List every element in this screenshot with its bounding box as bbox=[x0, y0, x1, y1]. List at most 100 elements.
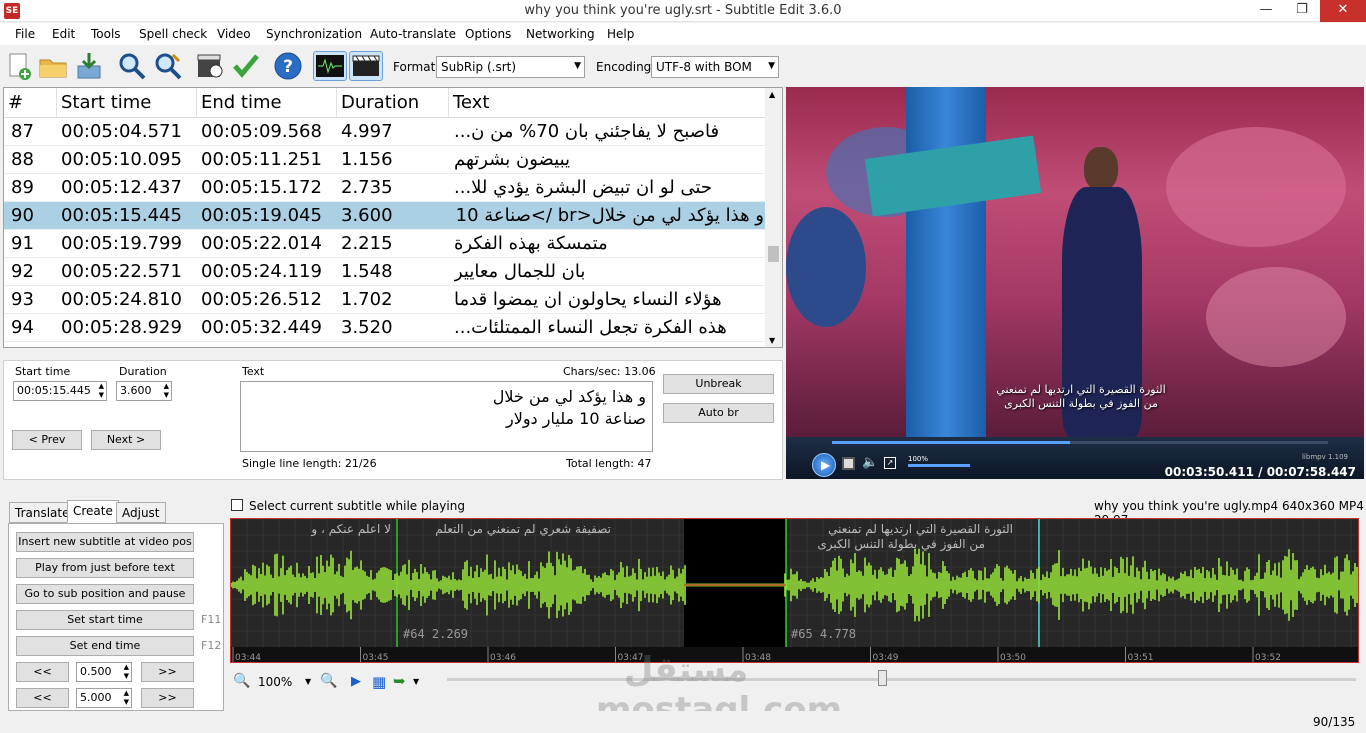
grid-view-icon[interactable]: ▦ bbox=[372, 673, 386, 691]
spell-check-icon[interactable] bbox=[231, 51, 261, 81]
table-row[interactable]: 87 00:05:04.571 00:05:09.568 4.997 فاصبح لا … bbox=[4, 118, 766, 146]
subtitle-grid[interactable]: # Start time End time Duration Text 87 00… bbox=[3, 87, 783, 348]
table-row[interactable]: 88 00:05:10.095 00:05:11.251 1.156 يبيضون بش… bbox=[4, 146, 766, 174]
close-button[interactable]: ✕ bbox=[1320, 0, 1366, 22]
table-row[interactable]: 92 00:05:22.571 00:05:24.119 1.548 بان للجما… bbox=[4, 258, 766, 286]
zoom-value[interactable]: 100% bbox=[258, 675, 292, 689]
menu-options[interactable]: Options bbox=[465, 27, 511, 41]
menu-video[interactable]: Video bbox=[217, 27, 251, 41]
play-before-text-button[interactable]: Play from just before text bbox=[16, 558, 194, 578]
table-row[interactable]: 89 00:05:12.437 00:05:15.172 2.735 حتى لو ان… bbox=[4, 174, 766, 202]
play-button[interactable]: ▶ bbox=[812, 453, 836, 477]
volume-slider[interactable] bbox=[908, 464, 970, 467]
cell-number: 92 bbox=[11, 261, 34, 282]
scrollbar-thumb[interactable] bbox=[768, 246, 779, 262]
help-icon[interactable]: ? bbox=[273, 51, 303, 81]
table-row[interactable]: 93 00:05:24.810 00:05:26.512 1.702 هؤلاء الن… bbox=[4, 286, 766, 314]
step-large-input[interactable]: 5.000 ▲ ▼ bbox=[76, 688, 132, 708]
replace-icon[interactable] bbox=[153, 51, 183, 81]
open-folder-icon[interactable] bbox=[38, 51, 68, 81]
insert-subtitle-button[interactable]: Insert new subtitle at video pos bbox=[16, 532, 194, 552]
volume-icon[interactable]: 🔈 bbox=[862, 455, 878, 470]
forward-large-button[interactable]: >> bbox=[141, 688, 194, 708]
video-time: 00:03:50.411 / 00:07:58.447 bbox=[1164, 465, 1356, 479]
menu-networking[interactable]: Networking bbox=[526, 27, 595, 41]
waveform-canvas[interactable]: لا اعلم عنكم ، و تصفيفة شعري لم تمنعني من… bbox=[231, 519, 1358, 662]
next-button[interactable]: Next > bbox=[91, 430, 161, 450]
menu-edit[interactable]: Edit bbox=[52, 27, 75, 41]
waveform[interactable]: لا اعلم عنكم ، و تصفيفة شعري لم تمنعني من… bbox=[230, 518, 1359, 663]
duration-input[interactable]: 3.600 ▲ ▼ bbox=[116, 381, 172, 401]
forward-small-button[interactable]: >> bbox=[141, 662, 194, 682]
text-label: Text bbox=[242, 365, 265, 378]
set-end-time-button[interactable]: Set end time bbox=[16, 636, 194, 656]
save-download-icon[interactable] bbox=[74, 51, 104, 81]
encoding-select[interactable]: UTF-8 with BOM ▼ bbox=[651, 56, 779, 78]
spinner-icon[interactable]: ▲ ▼ bbox=[124, 689, 129, 707]
waveform-toggle-icon[interactable] bbox=[313, 51, 347, 81]
find-icon[interactable] bbox=[117, 51, 147, 81]
video-toggle-icon[interactable] bbox=[349, 51, 383, 81]
video-seekbar[interactable] bbox=[832, 441, 1328, 444]
select-current-checkbox[interactable] bbox=[231, 499, 243, 511]
video-frame: الثورة القصيرة التي ارتديها لم تمنعني من… bbox=[786, 87, 1364, 437]
stop-button[interactable] bbox=[842, 457, 855, 470]
chevron-down-icon[interactable]: ▼ bbox=[305, 677, 311, 686]
format-select[interactable]: SubRip (.srt) ▼ bbox=[436, 56, 585, 78]
col-header-start[interactable]: Start time bbox=[57, 88, 197, 118]
encoding-label: Encoding bbox=[596, 60, 652, 74]
col-header-number[interactable]: # bbox=[4, 88, 57, 118]
table-row[interactable]: 90 00:05:15.445 00:05:19.045 3.600 و هذا يؤك… bbox=[4, 202, 766, 230]
video-player[interactable]: الثورة القصيرة التي ارتديها لم تمنعني من… bbox=[786, 87, 1364, 479]
subtitle-text-editor[interactable]: و هذا يؤكد لي من خلال صناعة 10 مليار دول… bbox=[240, 381, 653, 452]
menu-file[interactable]: File bbox=[15, 27, 35, 41]
set-start-time-button[interactable]: Set start time bbox=[16, 610, 194, 630]
back-large-button[interactable]: << bbox=[16, 688, 69, 708]
segment-65-text-line2: من الفوز في بطولة التنس الكبرى bbox=[817, 537, 985, 552]
spinner-icon[interactable]: ▲ ▼ bbox=[164, 382, 169, 400]
start-time-input[interactable]: 00:05:15.445 ▲ ▼ bbox=[13, 381, 107, 401]
go-to-sub-button[interactable]: Go to sub position and pause bbox=[16, 584, 194, 604]
minimize-button[interactable]: — bbox=[1248, 0, 1284, 22]
col-header-duration[interactable]: Duration bbox=[337, 88, 449, 118]
menu-tools[interactable]: Tools bbox=[91, 27, 121, 41]
tab-translate[interactable]: Translate bbox=[9, 502, 76, 523]
step-small-input[interactable]: 0.500 ▲ ▼ bbox=[76, 662, 132, 682]
tab-adjust[interactable]: Adjust bbox=[116, 502, 166, 523]
back-small-button[interactable]: << bbox=[16, 662, 69, 682]
segment-65-label: #65 4.778 bbox=[791, 627, 856, 641]
menu-help[interactable]: Help bbox=[607, 27, 634, 41]
zoom-in-icon[interactable]: 🔍 bbox=[320, 673, 337, 689]
duration-label: Duration bbox=[119, 365, 167, 378]
scroll-down-icon[interactable]: ▼ bbox=[769, 336, 775, 345]
forward-arrows-icon[interactable]: ➥ bbox=[393, 672, 406, 690]
menu-spell-check[interactable]: Spell check bbox=[139, 27, 207, 41]
auto-br-button[interactable]: Auto br bbox=[663, 403, 774, 423]
new-file-icon[interactable] bbox=[4, 51, 34, 81]
col-header-text[interactable]: Text bbox=[449, 88, 766, 118]
spinner-icon[interactable]: ▲ ▼ bbox=[99, 382, 104, 400]
play-waveform-icon[interactable]: ▶ bbox=[351, 674, 361, 689]
table-row[interactable]: 91 00:05:19.799 00:05:22.014 2.215 متمسكة به… bbox=[4, 230, 766, 258]
unbreak-button[interactable]: Unbreak bbox=[663, 374, 774, 394]
waveform-zoom-slider[interactable] bbox=[447, 678, 1356, 681]
maximize-button[interactable]: ❐ bbox=[1284, 0, 1320, 22]
col-header-end[interactable]: End time bbox=[197, 88, 337, 118]
tab-create[interactable]: Create bbox=[67, 500, 119, 523]
cell-start-time: 00:05:19.799 bbox=[61, 233, 182, 254]
grid-scrollbar[interactable]: ▲ ▼ bbox=[765, 88, 782, 347]
tick-label: 03:44 bbox=[235, 653, 261, 662]
chevron-down-icon[interactable]: ▼ bbox=[413, 677, 419, 686]
spinner-icon[interactable]: ▲ ▼ bbox=[124, 663, 129, 681]
scroll-up-icon[interactable]: ▲ bbox=[769, 90, 775, 99]
slider-thumb[interactable] bbox=[878, 670, 887, 686]
visual-sync-icon[interactable] bbox=[195, 51, 225, 81]
zoom-out-icon[interactable]: 🔍 bbox=[233, 673, 250, 689]
fullscreen-icon[interactable]: ↗ bbox=[884, 457, 896, 469]
menu-auto-translate[interactable]: Auto-translate bbox=[370, 27, 456, 41]
cell-start-time: 00:05:04.571 bbox=[61, 121, 182, 142]
prev-button[interactable]: < Prev bbox=[12, 430, 82, 450]
menu-synchronization[interactable]: Synchronization bbox=[266, 27, 362, 41]
table-row[interactable]: 94 00:05:28.929 00:05:32.449 3.520 هذه الفكر… bbox=[4, 314, 766, 342]
cell-number: 88 bbox=[11, 149, 34, 170]
